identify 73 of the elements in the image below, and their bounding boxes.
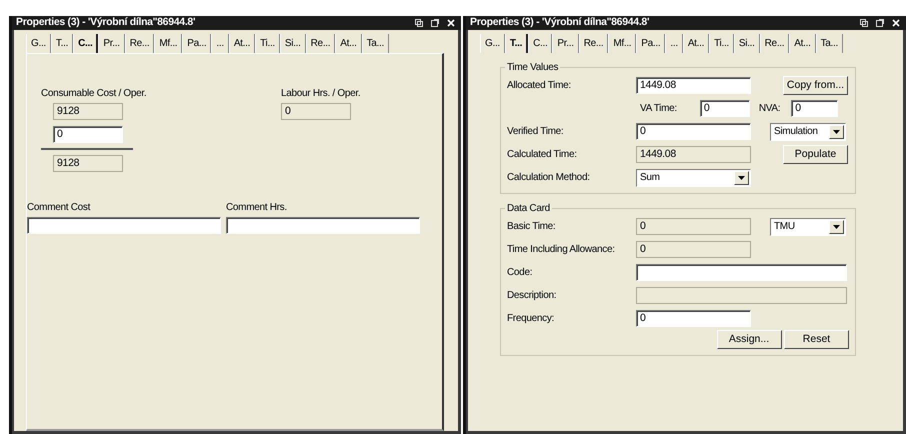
field-label: Allocated Time: [507, 79, 572, 93]
field-label: Time Including Allowance: [507, 243, 616, 257]
cost-field: 9128 [53, 103, 123, 120]
tab[interactable]: Pa... [182, 34, 212, 53]
float-icon[interactable] [860, 19, 868, 27]
field-label: Comment Cost [27, 201, 92, 215]
panel-title: Properties (3) - 'Výrobní dílna''86944.8' [16, 15, 196, 30]
field-label: Basic Time: [507, 220, 556, 234]
field-label: VA Time: [640, 102, 677, 116]
tab[interactable]: C... [528, 34, 552, 53]
tab[interactable]: ... [211, 34, 229, 53]
field-label: Labour Hrs. / Oper. [281, 87, 360, 101]
tab[interactable]: Mf... [154, 34, 182, 53]
tab[interactable]: At... [682, 34, 710, 53]
tab[interactable]: Mf... [608, 34, 636, 53]
float-icon[interactable] [415, 19, 423, 27]
tab[interactable]: Pr... [552, 34, 579, 53]
field-label: Calculated Time: [507, 148, 578, 162]
text-field[interactable]: 0 [700, 100, 750, 117]
panel-title: Properties (3) - 'Výrobní dílna''86944.8' [470, 15, 650, 30]
tab[interactable]: T... [50, 34, 74, 53]
tab[interactable]: Re... [124, 34, 154, 53]
close-icon[interactable] [892, 19, 900, 27]
dropdown[interactable]: Simulation [770, 122, 846, 140]
button-control[interactable]: Reset [784, 330, 849, 349]
tab[interactable]: Re... [578, 34, 608, 53]
field-label: Description: [507, 289, 558, 303]
tab[interactable]: ... [665, 34, 683, 53]
tab[interactable]: G... [26, 34, 51, 53]
text-field[interactable] [636, 264, 847, 281]
text-field: 0 [636, 241, 751, 258]
text-field: 0 [636, 218, 751, 235]
field-label: Code: [507, 266, 534, 280]
dropdown[interactable]: Sum [636, 168, 751, 186]
comment-field[interactable] [226, 217, 420, 234]
field-label: Consumable Cost / Oper. [41, 87, 148, 101]
field-label: Calculation Method: [507, 171, 591, 185]
button-control[interactable]: Populate [783, 145, 848, 164]
tab[interactable]: At... [335, 34, 362, 53]
close-icon[interactable] [447, 19, 455, 27]
text-field[interactable]: 0 [791, 100, 838, 117]
tab[interactable]: G... [480, 34, 505, 53]
tab[interactable]: Pr... [98, 34, 125, 53]
window-icon[interactable] [431, 19, 439, 27]
button-control[interactable]: Assign... [716, 330, 782, 349]
tab[interactable]: Ti... [255, 34, 280, 53]
cost-field: 9128 [53, 155, 123, 172]
field-label: Verified Time: [507, 125, 564, 139]
field-label: Frequency: [507, 312, 556, 326]
dropdown[interactable]: TMU [770, 218, 846, 236]
tab[interactable]: Re... [760, 34, 790, 53]
cost-field[interactable]: 0 [53, 126, 123, 143]
tab[interactable]: Ti... [709, 34, 734, 53]
tab[interactable]: At... [228, 34, 256, 53]
button-control[interactable]: Copy from... [783, 76, 848, 95]
field-label: NVA: [758, 102, 780, 116]
tab[interactable]: Re... [306, 34, 336, 53]
text-field[interactable]: 0 [636, 310, 751, 327]
tab[interactable]: T... [504, 34, 528, 53]
labour-field: 0 [281, 103, 351, 120]
window-icon[interactable] [876, 19, 884, 27]
field-label: Comment Hrs. [226, 201, 288, 215]
tab[interactable]: Si... [734, 34, 760, 53]
tab[interactable]: C... [73, 34, 98, 53]
tab[interactable]: Pa... [636, 34, 666, 53]
text-field: 1449.08 [636, 146, 751, 163]
tab[interactable]: Ta... [362, 34, 389, 53]
comment-field[interactable] [27, 217, 221, 234]
tab[interactable]: Si... [280, 34, 306, 53]
text-field[interactable]: 1449.08 [636, 77, 751, 94]
text-field[interactable]: 0 [636, 123, 751, 140]
tab[interactable]: Ta... [816, 34, 843, 53]
tab[interactable]: At... [789, 34, 816, 53]
